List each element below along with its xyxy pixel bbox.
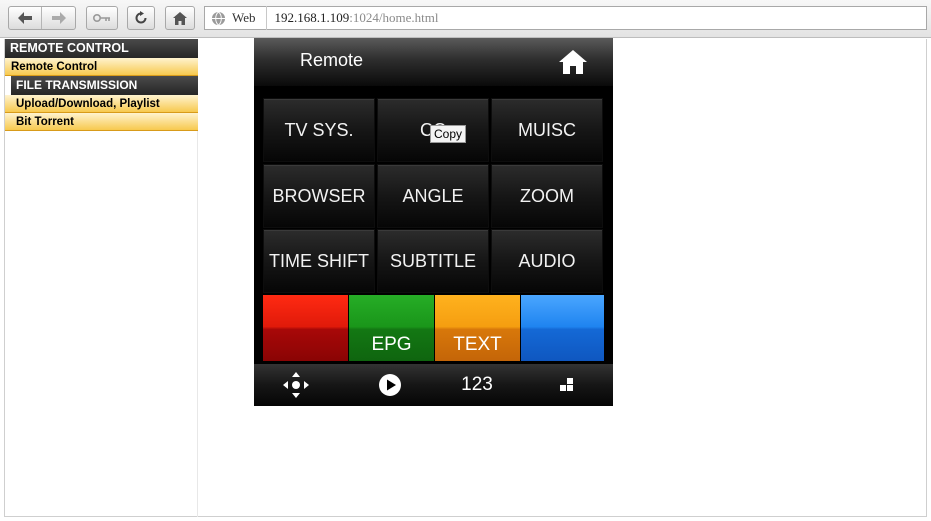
key-button[interactable] [86, 6, 118, 30]
home-icon[interactable] [558, 49, 588, 75]
address-path: :1024/home.html [349, 10, 439, 25]
address-host: 192.168.1.109 [274, 10, 350, 25]
sidebar-frame: REMOTE CONTROL Remote Control FILE TRANS… [5, 39, 198, 517]
angle-button[interactable]: ANGLE [377, 164, 489, 228]
back-arrow-icon [18, 12, 32, 24]
remote-header: Remote [254, 38, 613, 86]
dpad-arrows-icon [283, 372, 309, 398]
color-button-row: EPG TEXT [263, 295, 604, 361]
music-button[interactable]: MUISC [491, 98, 603, 162]
time-shift-button[interactable]: TIME SHIFT [263, 229, 375, 293]
back-button[interactable] [9, 7, 43, 29]
sidebar-item-upload-download[interactable]: Upload/Download, Playlist [5, 95, 198, 113]
sidebar-header-file-transmission[interactable]: FILE TRANSMISSION [11, 76, 198, 95]
text-button[interactable]: TEXT [435, 295, 520, 361]
remote-panel: Remote TV SYS. CC MUISC BROWSER ANGLE ZO… [254, 38, 613, 406]
numeric-button[interactable]: 123 [450, 364, 504, 406]
play-button[interactable] [370, 364, 410, 406]
copy-tooltip[interactable]: Copy [430, 125, 467, 143]
subtitle-button[interactable]: SUBTITLE [377, 229, 489, 293]
blue-button[interactable] [521, 295, 604, 361]
address-bar[interactable]: Web 192.168.1.109 :1024/home.html [204, 6, 927, 30]
grid-button[interactable] [547, 364, 587, 406]
home-icon [173, 11, 187, 25]
remote-bottom-bar: 123 [254, 364, 613, 406]
page-frame-right [926, 39, 927, 517]
browser-toolbar: Web 192.168.1.109 :1024/home.html [0, 0, 931, 38]
reload-button[interactable] [127, 6, 155, 30]
red-button[interactable] [263, 295, 348, 361]
key-icon [93, 14, 110, 22]
dpad-button[interactable] [276, 364, 316, 406]
zoom-button[interactable]: ZOOM [491, 164, 603, 228]
sidebar-menu: REMOTE CONTROL Remote Control FILE TRANS… [5, 39, 198, 131]
home-button[interactable] [165, 6, 195, 30]
forward-arrow-icon [51, 12, 66, 24]
browser-button[interactable]: BROWSER [263, 164, 375, 228]
address-scheme-label: Web [232, 10, 256, 25]
forward-button[interactable] [42, 7, 75, 29]
play-circle-icon [379, 374, 401, 396]
reload-icon [135, 11, 147, 24]
grid-icon [560, 378, 573, 391]
globe-icon [211, 11, 226, 25]
remote-title: Remote [300, 50, 364, 70]
sidebar-header-remote-control: REMOTE CONTROL [5, 39, 198, 58]
address-divider [265, 6, 267, 30]
epg-button[interactable]: EPG [349, 295, 434, 361]
sidebar-item-bit-torrent[interactable]: Bit Torrent [5, 113, 198, 131]
sidebar-item-remote-control[interactable]: Remote Control [5, 58, 198, 76]
audio-button[interactable]: AUDIO [491, 229, 603, 293]
tv-sys-button[interactable]: TV SYS. [263, 98, 375, 162]
nav-button-group [8, 6, 76, 30]
